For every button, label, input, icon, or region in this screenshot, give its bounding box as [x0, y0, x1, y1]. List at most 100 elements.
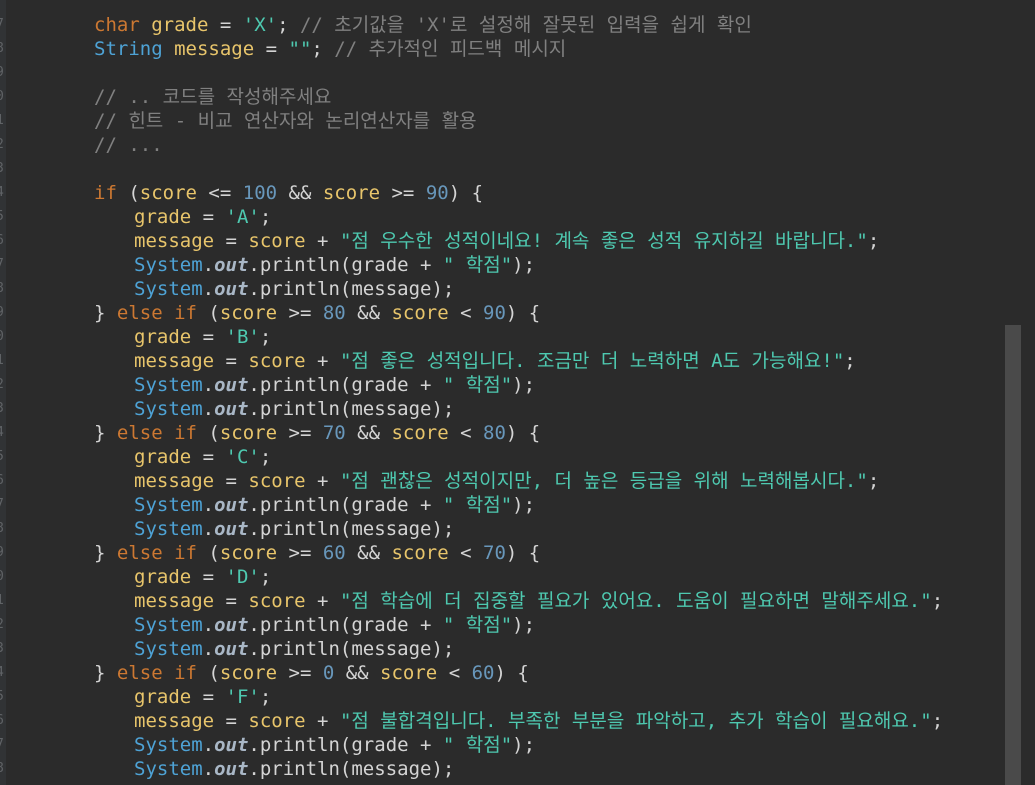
condition-line: } else if (score >= 0 && score < 60) { [0, 661, 1005, 685]
code-line: message = score + "점 불합격입니다. 부족한 부분을 파악하… [0, 709, 1005, 733]
code-line: // 힌트 - 비교 연산자와 논리연산자를 활용 [0, 109, 1005, 133]
code-token: && [334, 662, 381, 684]
string-literal: "점 불합격입니다. 부족한 부분을 파악하고, 추가 학습이 필요해요." [339, 710, 932, 732]
variable: message [174, 38, 255, 60]
code-token: = [191, 686, 226, 708]
code-token: = [214, 350, 249, 372]
variable: message [134, 590, 215, 612]
code-token: ; [259, 446, 272, 468]
code-line: System.out.println(message); [0, 397, 1005, 421]
char-literal: 'D' [225, 566, 260, 588]
variable: score [380, 662, 438, 684]
code-token: && [277, 182, 323, 204]
static-field: out [214, 614, 249, 636]
code-area[interactable]: char grade = 'X'; // 초기값을 'X'로 설정해 잘못된 입… [0, 13, 1005, 781]
string-literal: " 학점" [442, 254, 513, 276]
variable: grade [134, 446, 192, 468]
comment: // 힌트 - 비교 연산자와 논리연산자를 활용 [94, 110, 477, 132]
code-token: ) { [494, 662, 529, 684]
vertical-scrollbar-track[interactable] [1005, 0, 1035, 785]
code-token: .println(message); [248, 278, 455, 300]
string-literal: " 학점" [442, 734, 513, 756]
variable: score [139, 182, 197, 204]
code-token: ; [259, 686, 272, 708]
string-literal: "점 좋은 성적입니다. 조금만 더 노력하면 A도 가능해요!" [339, 350, 845, 372]
code-token: .println(message); [248, 398, 455, 420]
code-line: grade = 'C'; [0, 445, 1005, 469]
code-token: .println(grade + [248, 494, 443, 516]
comment: // ... [94, 134, 163, 156]
code-line: System.out.println(grade + " 학점"); [0, 613, 1005, 637]
class-name: System [134, 254, 203, 276]
code-line: grade = 'D'; [0, 565, 1005, 589]
code-token: . [202, 734, 215, 756]
code-token: ; [867, 470, 880, 492]
code-line: System.out.println(grade + " 학점"); [0, 373, 1005, 397]
code-token: . [202, 494, 215, 516]
code-token: >= [380, 182, 426, 204]
code-line: message = score + "점 학습에 더 집중할 필요가 있어요. … [0, 589, 1005, 613]
code-line: System.out.println(message); [0, 637, 1005, 661]
static-field: out [214, 638, 249, 660]
string-literal: "점 우수한 성적이네요! 계속 좋은 성적 유지하길 바랍니다." [339, 230, 868, 252]
code-line: System.out.println(grade + " 학점"); [0, 493, 1005, 517]
code-token: = [191, 446, 226, 468]
variable: score [219, 542, 278, 564]
code-token: ( [196, 302, 220, 324]
code-token: . [202, 518, 215, 540]
number-literal: 0 [322, 662, 335, 684]
char-literal: 'B' [225, 326, 260, 348]
code-token: . [202, 614, 215, 636]
string-literal: " 학점" [442, 614, 513, 636]
number-literal: 70 [483, 542, 506, 564]
code-line: System.out.println(message); [0, 517, 1005, 541]
code-token: } [94, 542, 117, 564]
code-token: .println(message); [248, 518, 455, 540]
string-literal: "점 괜찮은 성적이지만, 더 높은 등급을 위해 노력해봅시다." [339, 470, 868, 492]
keyword: if [94, 182, 117, 204]
code-token: .println(grade + [248, 734, 443, 756]
code-token: .println(grade + [248, 374, 443, 396]
code-token: } [94, 422, 117, 444]
variable: message [134, 710, 215, 732]
number-literal: 100 [242, 182, 278, 204]
code-token: = [191, 326, 226, 348]
static-field: out [214, 374, 249, 396]
variable: grade [134, 686, 192, 708]
code-editor[interactable]: 78901234567890123456789012345678 char gr… [0, 0, 1035, 785]
variable: message [134, 470, 215, 492]
code-line: // .. 코드를 작성해주세요 [0, 85, 1005, 109]
code-token: ; [931, 590, 944, 612]
code-line: String message = ""; // 추가적인 피드백 메시지 [94, 38, 567, 60]
code-line: // ... [0, 133, 1005, 157]
code-token: ) { [505, 542, 541, 564]
code-token: ); [512, 254, 536, 276]
char-literal: 'A' [225, 206, 260, 228]
vertical-scrollbar-thumb[interactable] [1005, 325, 1021, 785]
variable: grade [134, 206, 192, 228]
variable: score [391, 302, 449, 324]
code-token: && [345, 302, 392, 324]
comment: // 초기값을 'X'로 설정해 잘못된 입력을 쉽게 확인 [299, 14, 752, 36]
static-field: out [214, 398, 249, 420]
number-literal: 60 [322, 542, 346, 564]
string-literal: "점 학습에 더 집중할 필요가 있어요. 도움이 필요하면 말해주세요." [339, 590, 932, 612]
code-token: ); [512, 614, 536, 636]
code-token: . [202, 254, 215, 276]
keyword: else if [116, 542, 197, 564]
variable: score [248, 350, 306, 372]
class-name: System [134, 614, 203, 636]
code-line: message = score + "점 좋은 성적입니다. 조금만 더 노력하… [0, 349, 1005, 373]
char-literal: 'X' [242, 14, 278, 36]
string-literal: " 학점" [442, 494, 513, 516]
number-literal: 90 [425, 182, 449, 204]
code-line: System.out.println(grade + " 학점"); [0, 253, 1005, 277]
code-line: grade = 'A'; [0, 205, 1005, 229]
variable: grade [151, 14, 209, 36]
code-token: . [202, 374, 215, 396]
number-literal: 70 [322, 422, 346, 444]
static-field: out [214, 494, 249, 516]
code-token: ( [196, 542, 220, 564]
